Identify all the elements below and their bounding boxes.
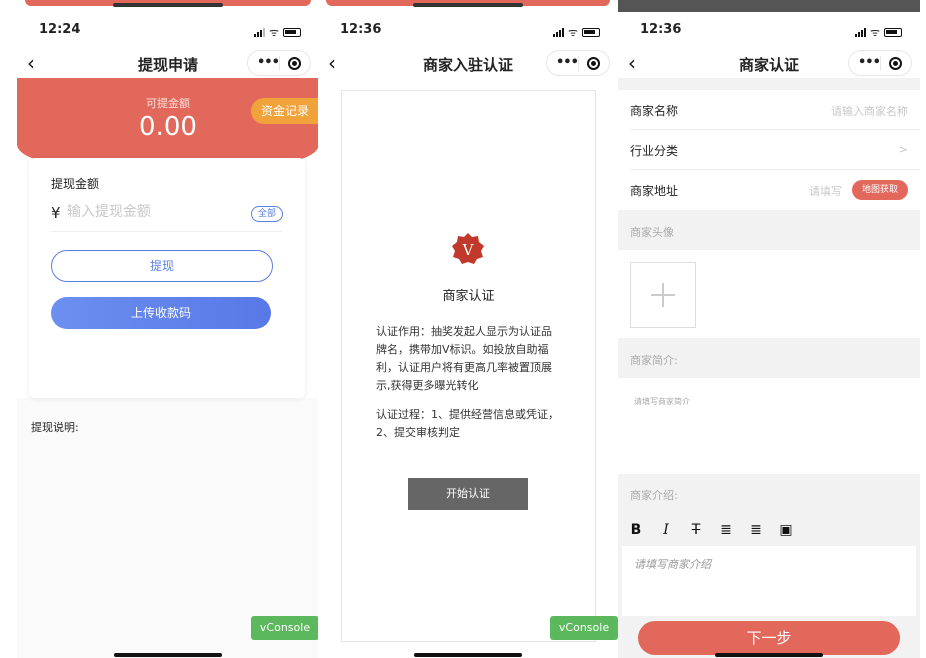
map-locate-button[interactable]: 地图获取 bbox=[852, 180, 908, 200]
status-bar: 12:36 ᯤ bbox=[318, 22, 618, 42]
svg-text:V: V bbox=[462, 241, 475, 259]
italic-icon[interactable]: I bbox=[658, 522, 674, 538]
address-input[interactable]: 请填写 bbox=[809, 183, 842, 199]
amount-input[interactable] bbox=[65, 203, 239, 221]
intro-label: 商家介绍: bbox=[630, 489, 678, 502]
mini-program-capsule[interactable]: ••• bbox=[546, 50, 610, 76]
indent-left-icon[interactable]: ≣ bbox=[718, 522, 734, 538]
status-time: 12:36 bbox=[340, 22, 382, 37]
status-icons: ᯤ bbox=[253, 25, 301, 39]
more-icon[interactable]: ••• bbox=[257, 55, 280, 70]
strikethrough-icon[interactable]: T bbox=[688, 522, 704, 538]
brief-placeholder: 请填写商家简介 bbox=[634, 397, 690, 406]
certification-card: V 商家认证 认证作用：抽奖发起人显示为认证品牌名，携带加V标识。如投放自助福利… bbox=[341, 90, 596, 642]
home-indicator bbox=[715, 653, 823, 657]
avatar-upload-area bbox=[618, 250, 920, 338]
wifi-icon: ᯤ bbox=[869, 25, 880, 39]
status-time: 12:36 bbox=[640, 22, 682, 37]
more-icon[interactable]: ••• bbox=[858, 55, 881, 70]
verified-badge-icon: V bbox=[452, 233, 484, 264]
merchant-name-row[interactable]: 商家名称 请输入商家名称 bbox=[618, 90, 920, 130]
indent-right-icon[interactable]: ≣ bbox=[748, 522, 764, 538]
industry-row[interactable]: 行业分类 > bbox=[618, 130, 920, 170]
certification-process: 认证过程：1、提供经营信息或凭证，2、提交审核判定 bbox=[376, 408, 559, 439]
start-certification-button[interactable]: 开始认证 bbox=[408, 478, 528, 510]
add-image-icon[interactable] bbox=[630, 262, 696, 328]
battery-icon bbox=[582, 27, 600, 37]
wifi-icon: ᯤ bbox=[268, 25, 279, 39]
next-step-button[interactable]: 下一步 bbox=[638, 621, 900, 655]
nav-bar: ‹ 提现申请 ••• bbox=[17, 48, 319, 78]
more-icon[interactable]: ••• bbox=[556, 55, 579, 70]
withdraw-button[interactable]: 提现 bbox=[51, 250, 273, 282]
merchant-name-label: 商家名称 bbox=[630, 104, 679, 118]
image-icon[interactable]: ▣ bbox=[778, 522, 794, 538]
withdraw-screen: 12:24 ᯤ ‹ 提现申请 ••• 可提金额 0.00 资金记录 提现金额 ¥… bbox=[17, 0, 319, 658]
vconsole-button[interactable]: vConsole bbox=[550, 616, 618, 640]
signal-icon bbox=[854, 27, 866, 37]
address-row[interactable]: 商家地址 请填写 地图获取 bbox=[618, 170, 920, 210]
intro-editor[interactable]: 请填写商家介绍 bbox=[622, 546, 916, 616]
avatar-label: 商家头像 bbox=[630, 226, 674, 239]
intro-placeholder: 请填写商家介绍 bbox=[634, 558, 711, 571]
currency-symbol: ¥ bbox=[51, 204, 61, 222]
prev-screen-edge bbox=[618, 0, 920, 12]
industry-label: 行业分类 bbox=[630, 144, 679, 158]
home-indicator bbox=[414, 653, 522, 657]
certification-purpose: 认证作用：抽奖发起人显示为认证品牌名，携带加V标识。如投放自助福利，认证用户将有… bbox=[376, 325, 552, 392]
chevron-right-icon: > bbox=[898, 143, 908, 156]
rich-text-toolbar: B I T ≣ ≣ ▣ bbox=[628, 519, 920, 541]
wifi-icon: ᯤ bbox=[567, 25, 578, 39]
battery-icon bbox=[884, 27, 902, 37]
certification-heading: 商家认证 bbox=[442, 289, 495, 304]
nav-bar: ‹ 商家入驻认证 ••• bbox=[318, 48, 618, 78]
nav-bar: ‹ 商家认证 ••• bbox=[618, 48, 920, 78]
divider bbox=[51, 231, 283, 232]
amount-label: 提现金额 bbox=[51, 177, 100, 191]
status-bar: 12:36 ᯤ bbox=[618, 22, 920, 42]
address-label: 商家地址 bbox=[630, 184, 679, 198]
upload-payment-code-button[interactable]: 上传收款码 bbox=[51, 297, 271, 329]
home-indicator bbox=[114, 653, 222, 657]
mini-program-capsule[interactable]: ••• bbox=[247, 50, 311, 76]
vconsole-button[interactable]: vConsole bbox=[251, 616, 319, 640]
brief-label: 商家简介: bbox=[630, 354, 678, 367]
signal-icon bbox=[253, 27, 265, 37]
withdraw-card: 提现金额 ¥ 全部 提现 上传收款码 bbox=[29, 158, 305, 398]
brief-textarea[interactable]: 请填写商家简介 bbox=[618, 378, 920, 474]
status-icons: ᯤ bbox=[552, 25, 600, 39]
prev-screen-edge bbox=[25, 0, 311, 7]
signal-icon bbox=[552, 27, 564, 37]
prev-screen-edge bbox=[326, 0, 610, 7]
status-time: 12:24 bbox=[39, 22, 81, 37]
close-target-icon[interactable] bbox=[288, 57, 301, 70]
close-target-icon[interactable] bbox=[587, 57, 600, 70]
withdraw-note-label: 提现说明: bbox=[31, 421, 79, 434]
withdraw-all-button[interactable]: 全部 bbox=[250, 206, 283, 222]
status-bar: 12:24 ᯤ bbox=[17, 22, 319, 42]
merchant-entry-screen: 12:36 ᯤ ‹ 商家入驻认证 ••• V 商家认证 认证作用：抽奖发起人显示… bbox=[318, 0, 618, 658]
merchant-certification-form: 12:36 ᯤ ‹ 商家认证 ••• 商家名称 请输入商家名称 行业分类 > 商… bbox=[618, 0, 920, 658]
close-target-icon[interactable] bbox=[889, 57, 902, 70]
bold-icon[interactable]: B bbox=[628, 522, 644, 538]
fund-record-button[interactable]: 资金记录 bbox=[251, 98, 319, 124]
battery-icon bbox=[283, 27, 301, 37]
merchant-name-input[interactable]: 请输入商家名称 bbox=[831, 103, 908, 119]
status-icons: ᯤ bbox=[854, 25, 902, 39]
mini-program-capsule[interactable]: ••• bbox=[848, 50, 912, 76]
